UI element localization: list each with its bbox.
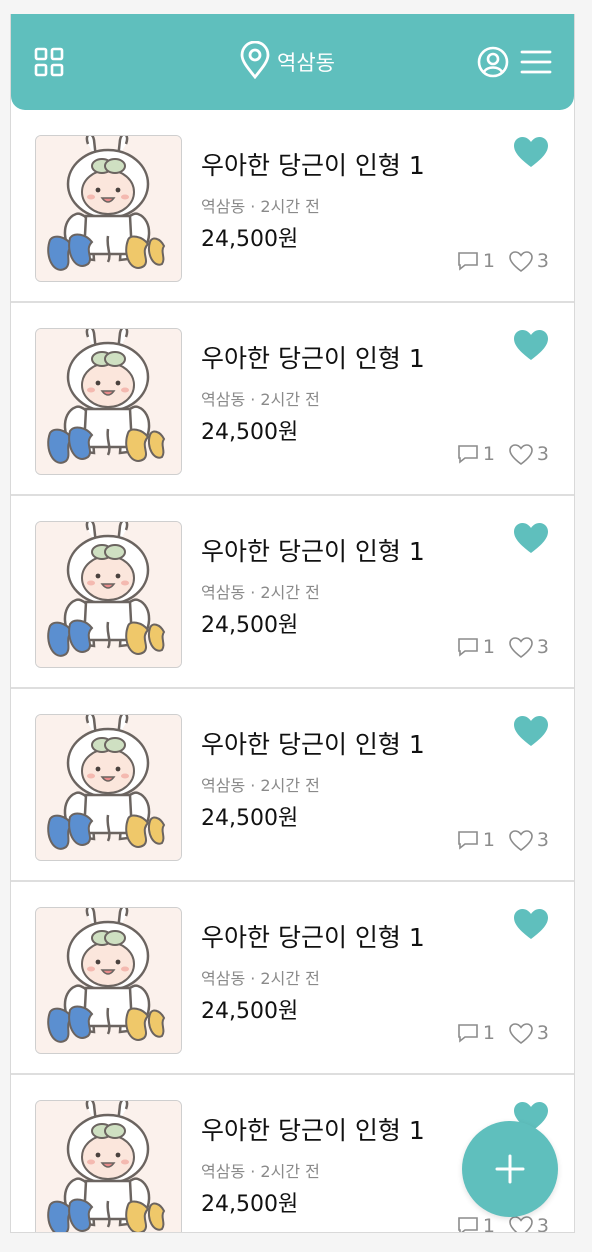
heart-outline-icon [509,636,533,658]
comment-count: 1 [482,443,495,465]
heart-outline-icon [509,1022,533,1044]
location-pin-icon [239,40,271,83]
heart-outline-icon [509,250,533,272]
heart-outline-icon [509,1215,533,1232]
product-price: 24,500원 [201,1192,299,1217]
like-count: 3 [536,443,549,465]
comment-icon [457,830,479,850]
comment-count: 1 [482,829,495,851]
product-title: 우아한 당근이 인형 1 [201,923,425,952]
product-stats: 1 3 [457,829,549,851]
app-frame: 역삼동 우아한 당근이 인형 1 역삼동 · 2시간 전 24,500원 1 3… [10,14,575,1233]
product-price: 24,500원 [201,420,299,445]
product-title: 우아한 당근이 인형 1 [201,730,425,759]
heart-outline-icon [509,443,533,465]
comment-count: 1 [482,1215,495,1233]
location-selector[interactable]: 역삼동 [239,40,335,83]
location-label: 역삼동 [277,51,335,75]
like-heart-icon[interactable] [513,136,551,170]
product-title: 우아한 당근이 인형 1 [201,344,425,373]
comment-icon [457,637,479,657]
comment-count: 1 [482,1022,495,1044]
like-count: 3 [536,250,549,272]
product-item[interactable]: 우아한 당근이 인형 1 역삼동 · 2시간 전 24,500원 1 3 [11,882,574,1075]
product-meta: 역삼동 · 2시간 전 [201,1162,320,1181]
like-heart-icon[interactable] [513,522,551,556]
comment-icon [457,444,479,464]
product-stats: 1 3 [457,1022,549,1044]
grid-icon[interactable] [31,44,67,80]
product-thumbnail [35,714,182,861]
comment-icon [457,1216,479,1232]
product-stats: 1 3 [457,443,549,465]
hamburger-menu-icon[interactable] [518,44,554,80]
product-title: 우아한 당근이 인형 1 [201,1116,425,1145]
add-product-button[interactable] [462,1121,558,1217]
product-meta: 역삼동 · 2시간 전 [201,776,320,795]
comment-icon [457,251,479,271]
comment-count: 1 [482,636,495,658]
product-price: 24,500원 [201,613,299,638]
comment-count: 1 [482,250,495,272]
like-count: 3 [536,1215,549,1233]
product-title: 우아한 당근이 인형 1 [201,537,425,566]
plus-icon [495,1154,525,1184]
product-title: 우아한 당근이 인형 1 [201,151,425,180]
like-count: 3 [536,1022,549,1044]
product-item[interactable]: 우아한 당근이 인형 1 역삼동 · 2시간 전 24,500원 1 3 [11,496,574,689]
product-stats: 1 3 [457,1215,549,1233]
product-stats: 1 3 [457,250,549,272]
product-price: 24,500원 [201,999,299,1024]
product-thumbnail [35,1100,182,1232]
product-item[interactable]: 우아한 당근이 인형 1 역삼동 · 2시간 전 24,500원 1 3 [11,110,574,303]
product-item[interactable]: 우아한 당근이 인형 1 역삼동 · 2시간 전 24,500원 1 3 [11,689,574,882]
product-meta: 역삼동 · 2시간 전 [201,390,320,409]
product-thumbnail [35,135,182,282]
product-meta: 역삼동 · 2시간 전 [201,583,320,602]
top-header: 역삼동 [11,14,574,110]
like-heart-icon[interactable] [513,715,551,749]
user-circle-icon[interactable] [475,44,511,80]
like-count: 3 [536,829,549,851]
heart-outline-icon [509,829,533,851]
product-list: 우아한 당근이 인형 1 역삼동 · 2시간 전 24,500원 1 3 우아한… [11,110,574,1233]
product-thumbnail [35,907,182,1054]
product-price: 24,500원 [201,806,299,831]
product-price: 24,500원 [201,227,299,252]
like-heart-icon[interactable] [513,329,551,363]
product-thumbnail [35,521,182,668]
product-stats: 1 3 [457,636,549,658]
comment-icon [457,1023,479,1043]
product-meta: 역삼동 · 2시간 전 [201,197,320,216]
product-meta: 역삼동 · 2시간 전 [201,969,320,988]
product-item[interactable]: 우아한 당근이 인형 1 역삼동 · 2시간 전 24,500원 1 3 [11,303,574,496]
like-heart-icon[interactable] [513,908,551,942]
product-thumbnail [35,328,182,475]
like-count: 3 [536,636,549,658]
